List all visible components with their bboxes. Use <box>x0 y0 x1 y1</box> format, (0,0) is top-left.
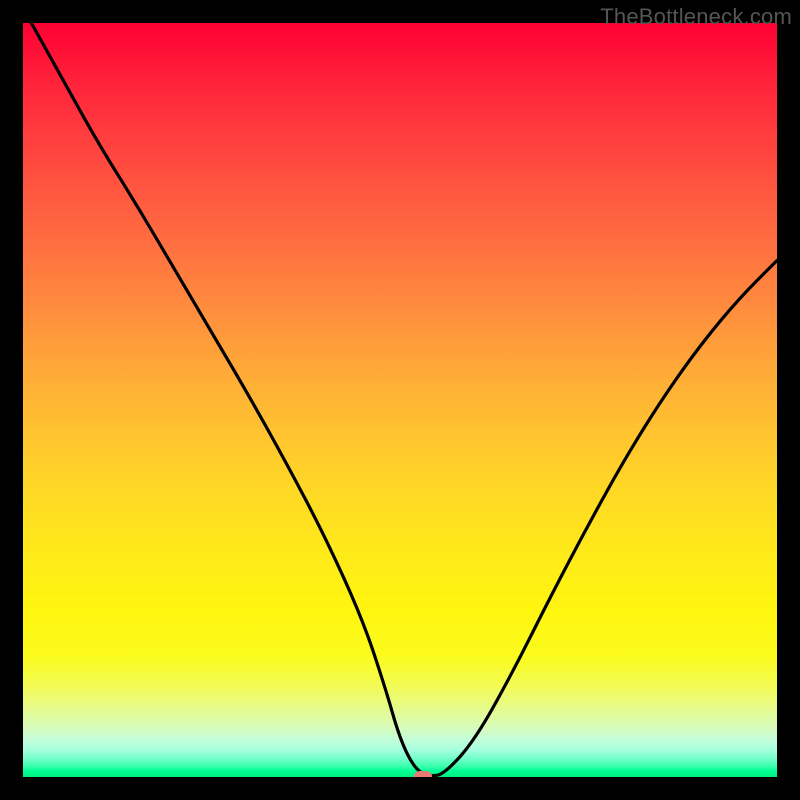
watermark-text: TheBottleneck.com <box>600 4 792 30</box>
chart-frame: TheBottleneck.com <box>0 0 800 800</box>
bottleneck-curve <box>23 23 777 777</box>
plot-area <box>23 23 777 777</box>
minimum-marker <box>414 771 432 777</box>
